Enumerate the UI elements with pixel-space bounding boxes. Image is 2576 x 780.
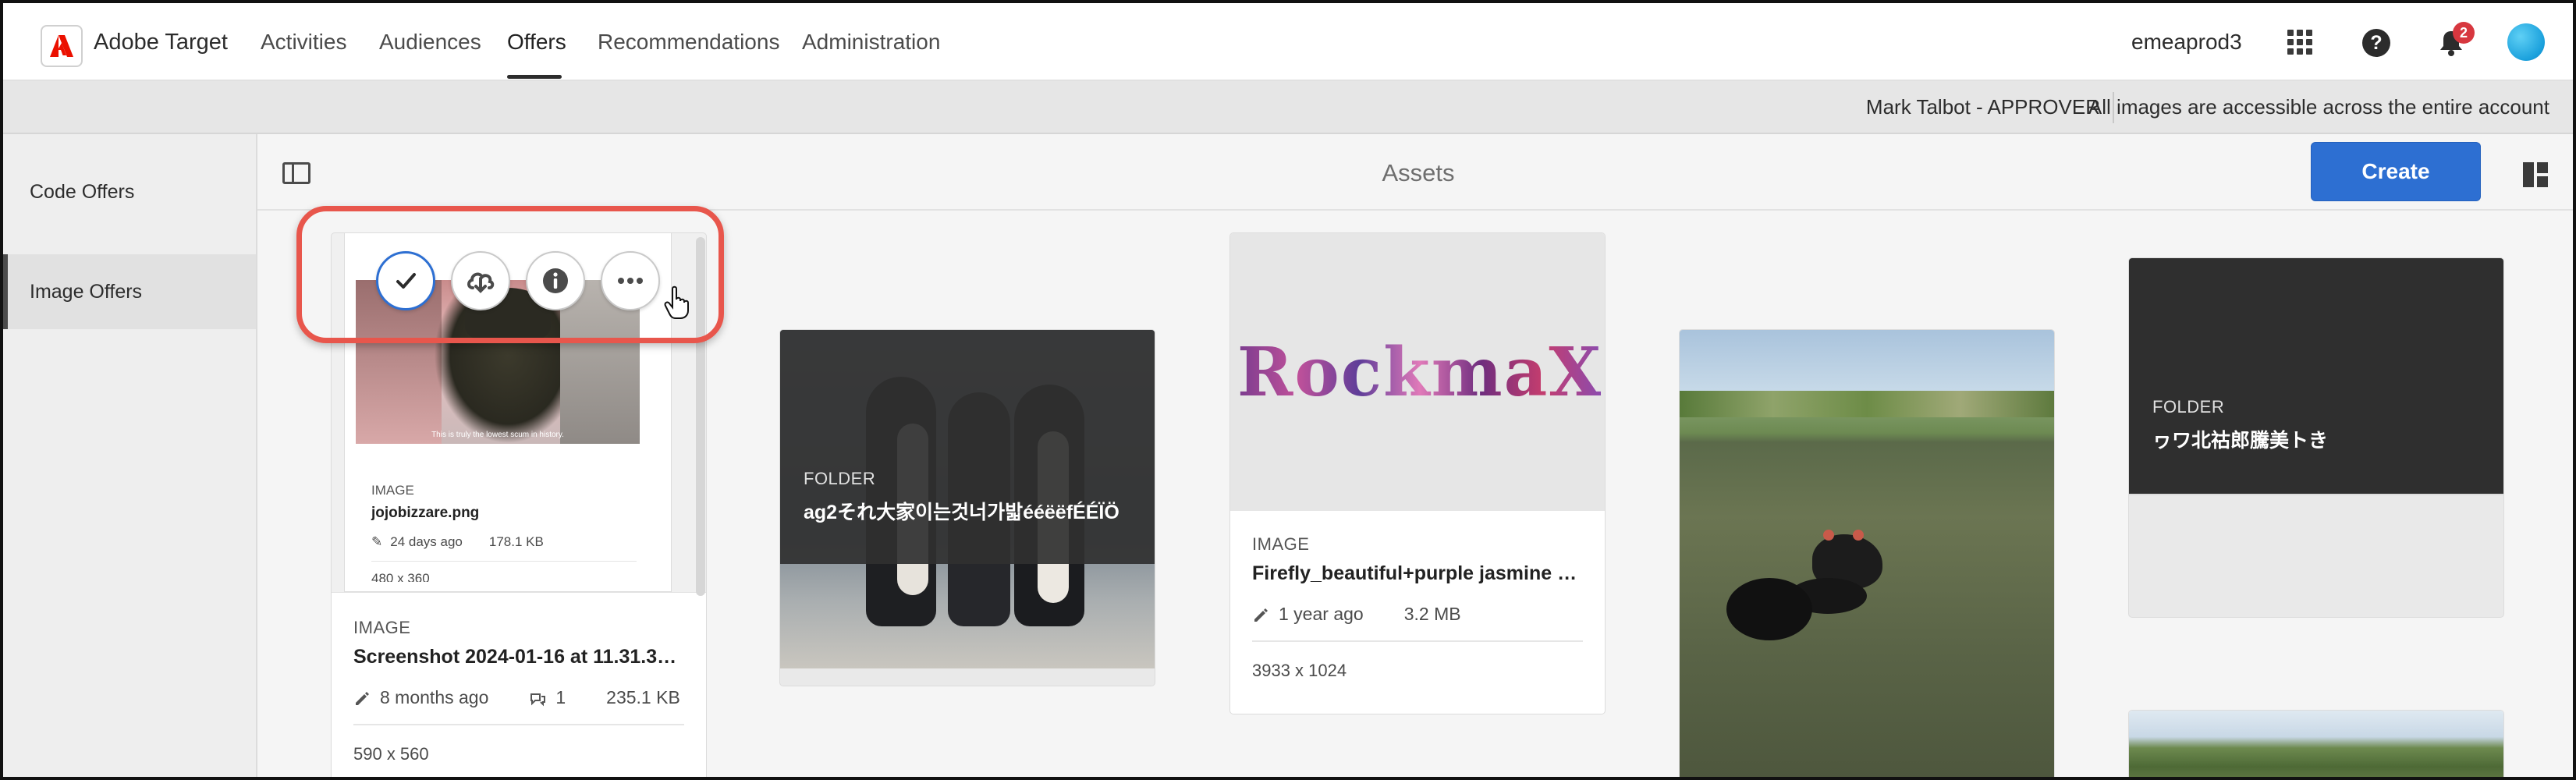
card-dimensions: 3933 x 1024	[1252, 661, 1347, 680]
nav-activities[interactable]: Activities	[261, 30, 346, 55]
active-tab-indicator	[507, 75, 562, 79]
access-note: All images are accessible across the ent…	[2088, 95, 2549, 119]
folder-name: ヮワ北祜郎騰美トき	[2152, 430, 2329, 452]
card-info-panel: IMAGE Screenshot 2024-01-16 at 11.31.33.…	[332, 592, 706, 777]
user-avatar[interactable]	[2507, 23, 2545, 61]
card-thumbnail: RockmaX	[1230, 233, 1605, 511]
card-name: Screenshot 2024-01-16 at 11.31.33.png	[353, 646, 684, 668]
quick-actions-highlight	[296, 206, 724, 343]
app-switcher-icon[interactable]	[2287, 30, 2312, 55]
inner-dimensions: 480 x 360	[371, 571, 430, 582]
upload-cloud-icon[interactable]	[451, 251, 510, 310]
create-button[interactable]: Create	[2311, 142, 2481, 201]
help-icon[interactable]: ?	[2362, 29, 2390, 57]
folder-card-penguins[interactable]: FOLDER ag2それ大家이는것너가밟ééëëfÉÉÏÖ	[779, 329, 1155, 686]
card-type: IMAGE	[353, 618, 411, 637]
card-modified: 1 year ago	[1279, 604, 1364, 624]
card-name: Firefly_beautiful+purple jasmine an...	[1252, 562, 1583, 584]
card-dimensions: 590 x 560	[353, 744, 429, 764]
pencil-icon: ✎	[371, 534, 383, 549]
thumbnail-caption: This is truly the lowest scum in history…	[431, 431, 564, 439]
inner-name: jojobizzare.png	[371, 505, 480, 521]
folder-card-dark[interactable]: FOLDER ヮワ北祜郎騰美トき	[2128, 257, 2504, 618]
hand-cursor-icon	[664, 285, 689, 319]
asset-card-lake[interactable]	[1679, 329, 2055, 777]
sidebar-item-code-offers[interactable]: Code Offers	[3, 154, 256, 229]
lake-thumbnail	[1680, 330, 2054, 777]
folder-overlay: FOLDER ヮワ北祜郎騰美トき	[2129, 258, 2503, 494]
card-size: 235.1 KB	[606, 687, 680, 707]
card-size: 3.2 MB	[1403, 604, 1461, 624]
pencil-icon	[1254, 608, 1268, 622]
app-name[interactable]: Adobe Target	[94, 30, 228, 55]
offers-sidebar: Code Offers Image Offers	[3, 134, 257, 777]
notifications-badge: 2	[2453, 22, 2475, 44]
org-switcher[interactable]: emeaprod3	[2131, 30, 2242, 55]
usage-icon	[530, 693, 546, 706]
folder-type: FOLDER	[804, 469, 876, 488]
card-usage-count: 1	[555, 687, 566, 707]
card-modified: 8 months ago	[380, 687, 489, 707]
folder-overlay: FOLDER ag2それ大家이는것너가밟ééëëfÉÉÏÖ	[780, 330, 1155, 564]
user-role: Mark Talbot - APPROVER	[1865, 95, 2100, 119]
inner-size: 178.1 KB	[488, 534, 544, 549]
layout-view-icon[interactable]	[2523, 162, 2548, 187]
sub-header: Mark Talbot - APPROVER All images are ac…	[3, 81, 2573, 134]
page-title: Assets	[1382, 159, 1455, 186]
nav-offers[interactable]: Offers	[507, 30, 566, 55]
nav-audiences[interactable]: Audiences	[379, 30, 481, 55]
asset-card-firefly[interactable]: RockmaX IMAGE Firefly_beautiful+purple j…	[1229, 232, 1606, 714]
card-type: IMAGE	[1252, 534, 1310, 554]
thumbnail-art-text: RockmaX	[1237, 333, 1603, 412]
folder-name: ag2それ大家이는것너가밟ééëëfÉÉÏÖ	[804, 502, 1119, 523]
assets-toolbar: Assets Create	[257, 134, 2573, 211]
top-navigation: Adobe Target Activities Audiences Offers…	[3, 3, 2573, 81]
adobe-logo-icon[interactable]	[41, 25, 83, 67]
lake-thumbnail-2	[2129, 711, 2503, 777]
sidebar-item-image-offers[interactable]: Image Offers	[3, 254, 256, 329]
more-icon[interactable]	[601, 251, 660, 310]
pencil-icon	[356, 691, 369, 705]
info-icon[interactable]	[526, 251, 585, 310]
nav-administration[interactable]: Administration	[802, 30, 940, 55]
nav-recommendations[interactable]: Recommendations	[598, 30, 779, 55]
select-check-icon[interactable]	[376, 251, 435, 310]
inner-modified: 24 days ago	[390, 534, 463, 549]
asset-card-lake-2[interactable]	[2128, 710, 2504, 777]
folder-type: FOLDER	[2152, 397, 2225, 417]
inner-type: IMAGE	[371, 483, 414, 498]
app-window: Adobe Target Activities Audiences Offers…	[0, 0, 2576, 780]
